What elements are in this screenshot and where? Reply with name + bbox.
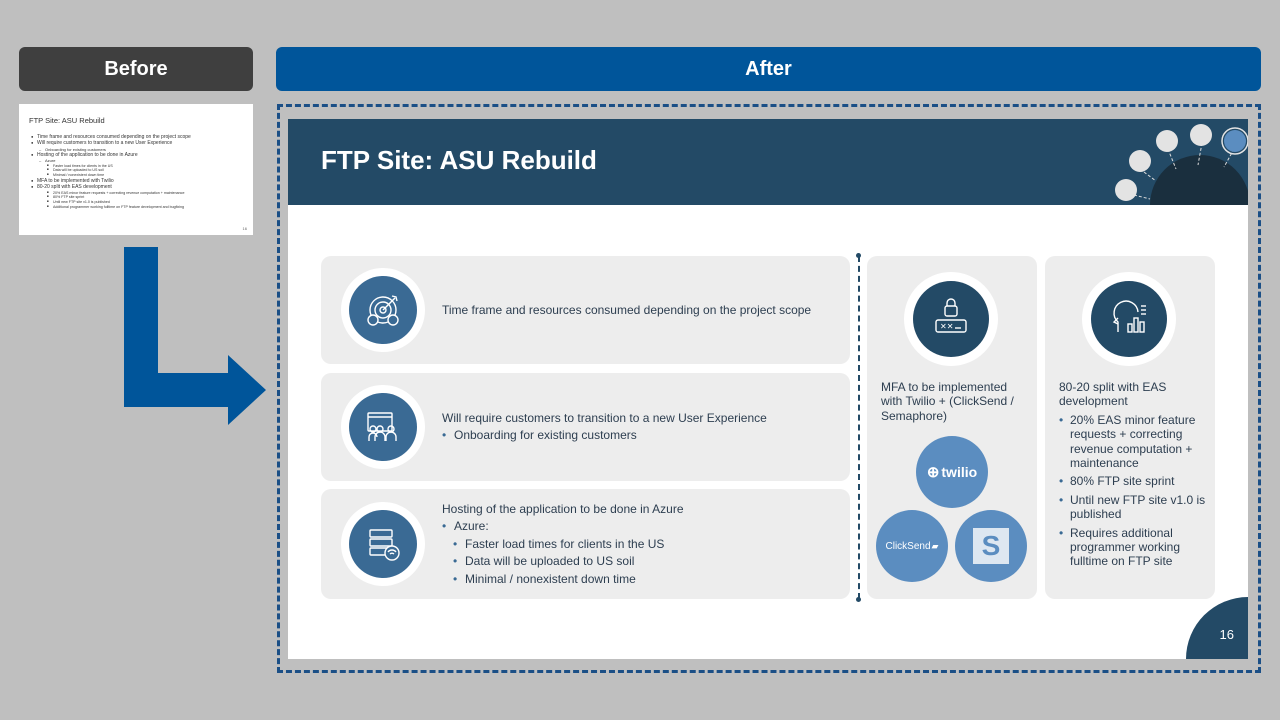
before-label: Before [19, 47, 253, 91]
after-label: After [276, 47, 1261, 91]
thumb-title: FTP Site: ASU Rebuild [29, 116, 105, 125]
scope-icon-ring [341, 268, 425, 352]
ux-sub-bullet: Onboarding for existing customers [442, 427, 767, 445]
split-icon-ring [1082, 272, 1176, 366]
thumb-bullets: Time frame and resources consumed depend… [29, 134, 243, 210]
twilio-logo: ⊕ twilio [916, 436, 988, 508]
thumb-line: Additional programmer working fulltime o… [29, 205, 243, 210]
users-screen-icon [349, 393, 417, 461]
split-bullets: 20% EAS minor feature requests + correct… [1059, 413, 1209, 569]
azure-icon-ring [341, 502, 425, 586]
before-slide-thumbnail: FTP Site: ASU Rebuild Time frame and res… [19, 104, 253, 235]
split-bullet: 20% EAS minor feature requests + correct… [1059, 413, 1209, 471]
azure-card: Hosting of the application to be done in… [321, 489, 850, 599]
page-number: 16 [1219, 627, 1234, 642]
svg-text:✕✕: ✕✕ [940, 322, 953, 331]
lock-password-icon: ✕✕ [913, 281, 989, 357]
split-text-block: 80-20 split with EAS development 20% EAS… [1059, 380, 1209, 573]
target-settings-icon [349, 276, 417, 344]
network-deco-icon [1115, 124, 1248, 205]
ux-text-block: Will require customers to transition to … [442, 410, 767, 445]
azure-text: Hosting of the application to be done in… [442, 502, 684, 516]
semaphore-logo-text: S [973, 528, 1009, 564]
head-chart-icon [1091, 281, 1167, 357]
mfa-card: ✕✕ MFA to be implemented with Twilio + (… [867, 256, 1037, 599]
azure-text-block: Hosting of the application to be done in… [442, 501, 684, 588]
split-text: 80-20 split with EAS development [1059, 380, 1167, 409]
column-divider [856, 253, 861, 602]
thumb-page-number: 16 [242, 225, 247, 231]
azure-sub-bullet: Azure: [442, 518, 684, 536]
split-bullet: Until new FTP site v1.0 is published [1059, 493, 1209, 522]
twilio-logo-text: twilio [941, 464, 978, 480]
after-slide: FTP Site: ASU Rebuild Time frame and res… [288, 119, 1248, 659]
split-bullet: Requires additional programmer working f… [1059, 526, 1209, 569]
azure-detail-bullet: Minimal / nonexistent down time [442, 571, 684, 589]
scope-text: Time frame and resources consumed depend… [442, 303, 812, 317]
ux-icon-ring [341, 385, 425, 469]
slide-title: FTP Site: ASU Rebuild [321, 145, 597, 175]
server-wifi-icon [349, 510, 417, 578]
transition-arrow-icon [124, 247, 266, 425]
mfa-icon-ring: ✕✕ [904, 272, 998, 366]
mfa-text: MFA to be implemented with Twilio + (Cli… [881, 380, 1014, 423]
split-bullet: 80% FTP site sprint [1059, 474, 1209, 489]
semaphore-logo: S [955, 510, 1027, 582]
scope-card: Time frame and resources consumed depend… [321, 256, 850, 364]
clicksend-logo: ClickSend ▰ [876, 510, 948, 582]
page-corner [1186, 597, 1248, 659]
ux-text: Will require customers to transition to … [442, 411, 767, 425]
clicksend-logo-text: ClickSend [885, 540, 931, 552]
azure-detail-bullet: Faster load times for clients in the US [442, 536, 684, 554]
azure-detail-bullet: Data will be uploaded to US soil [442, 553, 684, 571]
slide-header: FTP Site: ASU Rebuild [288, 119, 1248, 205]
split-card: 80-20 split with EAS development 20% EAS… [1045, 256, 1215, 599]
ux-card: Will require customers to transition to … [321, 373, 850, 481]
